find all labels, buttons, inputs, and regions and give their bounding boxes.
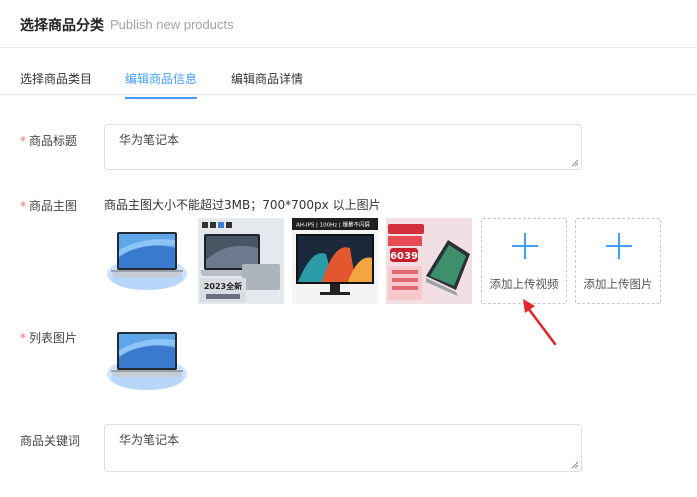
main-image-thumb-sale[interactable]: 6039 [386,218,472,304]
sale-image-icon: 6039 [386,218,472,304]
monitor-image-text: AH-IPS | 100Hz | 爆暴不闪屏 [296,221,371,229]
tab-select-category[interactable]: 选择商品类目 [20,70,92,97]
list-image-thumb-laptop[interactable] [104,318,190,404]
product-title-label: * 商品标题 [20,134,78,148]
laptop-image-icon [107,332,187,390]
list-image-label: * 列表图片 [20,331,78,345]
required-mark: * [20,199,26,213]
resize-handle-icon[interactable] [571,159,579,167]
required-mark: * [20,134,26,148]
upload-image-button[interactable]: 添加上传图片 [575,218,661,304]
keywords-label: 商品关键词 [20,434,81,448]
plus-icon [606,233,632,259]
page-title: 选择商品分类 [20,18,104,34]
annotation-arrow-icon [523,299,557,346]
promo-image-text: 2023全新 [204,281,242,291]
tab-edit-product-details[interactable]: 编辑商品详情 [231,70,303,97]
upload-video-label: 添加上传视频 [489,277,559,291]
upload-image-label: 添加上传图片 [583,277,653,291]
main-image-thumb-monitor[interactable]: AH-IPS | 100Hz | 爆暴不闪屏 [292,218,378,304]
page-subtitle: Publish new products [110,17,234,32]
promo-image-icon: 2023全新 [198,218,284,304]
tab-edit-product-info[interactable]: 编辑商品信息 [125,70,198,99]
sale-price-text: 6039 [390,251,418,262]
upload-video-button[interactable]: 添加上传视频 [481,218,567,304]
required-mark: * [20,331,26,345]
keywords-value: 华为笔记本 [119,433,180,447]
main-image-label: * 商品主图 [20,199,78,213]
page-header: 选择商品分类 Publish new products [0,0,697,48]
product-title-input[interactable]: 华为笔记本 [104,124,582,170]
product-title-value: 华为笔记本 [119,133,180,147]
main-image-thumb-laptop[interactable] [104,218,190,304]
plus-icon [512,233,538,259]
main-image-thumb-promo[interactable]: 2023全新 [198,218,284,304]
monitor-image-icon: AH-IPS | 100Hz | 爆暴不闪屏 [292,218,378,304]
keywords-input[interactable]: 华为笔记本 [104,424,582,472]
main-image-hint: 商品主图大小不能超过3MB；700*700px 以上图片 [104,198,381,212]
laptop-image-icon [107,232,187,290]
resize-handle-icon[interactable] [571,461,579,469]
step-tabs: 选择商品类目 编辑商品信息 编辑商品详情 [0,62,697,99]
